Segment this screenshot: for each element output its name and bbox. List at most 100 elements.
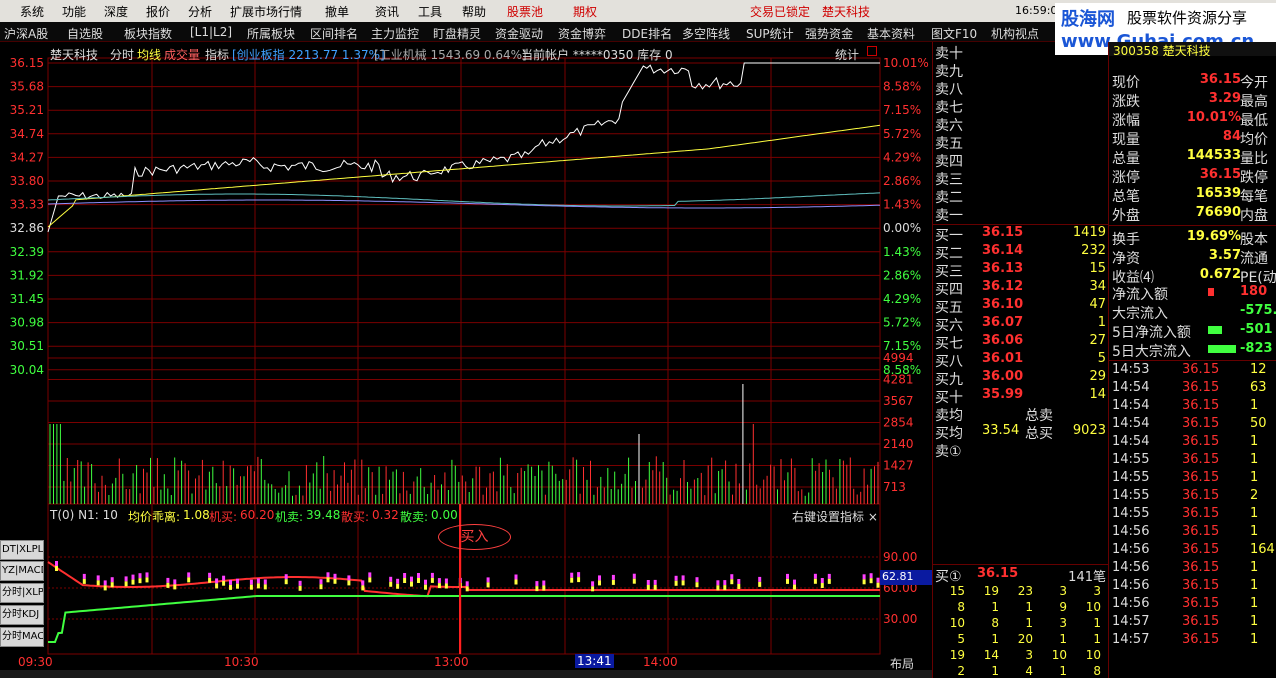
sell-level-row[interactable]: 卖九 bbox=[935, 61, 1108, 80]
clock: 16:59:0 bbox=[1015, 4, 1058, 17]
tab-watch-elf[interactable]: 盯盘精灵 bbox=[433, 25, 481, 42]
buy-level-row[interactable]: 买九 36.00 29 bbox=[935, 369, 1108, 388]
buy-level-row[interactable]: 买三 36.13 15 bbox=[935, 261, 1108, 280]
side-button-dt-xlpl[interactable]: DT|XLPL bbox=[0, 540, 44, 560]
buy-level-row[interactable]: 买二 36.14 232 bbox=[935, 243, 1108, 262]
tab-sector-index[interactable]: 板块指数 bbox=[124, 25, 172, 42]
tab-sup-stats[interactable]: SUP统计 bbox=[746, 25, 794, 42]
fund-flow-row: 5日净流入额 -501 bbox=[1112, 322, 1276, 341]
sell-level-row[interactable]: 卖五 bbox=[935, 133, 1108, 152]
tab-fund-drive[interactable]: 资金驱动 bbox=[495, 25, 543, 42]
tick-volume: 1 bbox=[1250, 452, 1259, 467]
stat-row[interactable]: 涨幅 10.01% 最低 bbox=[1112, 110, 1276, 129]
signal-block-magenta bbox=[173, 579, 177, 585]
sell-level-row[interactable]: 卖二 bbox=[935, 187, 1108, 206]
side-button-intraday-macd[interactable]: 分时MACD bbox=[0, 627, 44, 647]
menu-function[interactable]: 功能 bbox=[62, 3, 86, 20]
sell-summary-row[interactable]: 卖均 总卖 bbox=[935, 405, 1108, 424]
queue-volume: 10 bbox=[1085, 648, 1101, 662]
stat-row[interactable]: 现价 36.15 今开 bbox=[1112, 72, 1276, 91]
intraday-chart[interactable]: 36.15 10.01% 35.68 8.58% 35.21 7.15% 34.74 5.72… bbox=[0, 42, 932, 678]
menu-ext-market[interactable]: 扩展市场行情 bbox=[230, 3, 302, 20]
buy-level-row[interactable]: 买六 36.07 1 bbox=[935, 315, 1108, 334]
buy-level-volume: 27 bbox=[1089, 333, 1106, 348]
stat-row[interactable]: 涨跌 3.29 最高 bbox=[1112, 91, 1276, 110]
buy-summary-row[interactable]: 买均 33.54 总买 9023 bbox=[935, 423, 1108, 442]
menu-system[interactable]: 系统 bbox=[20, 3, 44, 20]
sell-level-row[interactable]: 卖六 bbox=[935, 115, 1108, 134]
stat-row[interactable]: 外盘 76690 内盘 bbox=[1112, 205, 1276, 224]
stat-label-right: 股本 bbox=[1240, 232, 1268, 248]
tab-main-monitor[interactable]: 主力监控 bbox=[371, 25, 419, 42]
price-tick-label: 30.98 bbox=[10, 316, 44, 330]
signal-block-yellow bbox=[514, 579, 518, 585]
volume-tick-label: 3567 bbox=[883, 394, 914, 408]
menu-tools[interactable]: 工具 bbox=[418, 3, 442, 20]
stat-value: 16539 bbox=[1195, 186, 1241, 201]
tab-bull-bear[interactable]: 多空阵线 bbox=[682, 25, 730, 42]
chart-stats-button[interactable]: 统计 bbox=[835, 46, 859, 63]
tick-price: 36.15 bbox=[1182, 542, 1220, 557]
menu-depth[interactable]: 深度 bbox=[104, 3, 128, 20]
stat-row[interactable]: 总量 144533 量比 bbox=[1112, 148, 1276, 167]
buy-level-row[interactable]: 买五 36.10 47 bbox=[935, 297, 1108, 316]
indicator-settings[interactable]: 右键设置指标 × bbox=[792, 508, 878, 525]
stat-row[interactable]: 总笔 16539 每笔 bbox=[1112, 186, 1276, 205]
side-button-intraday-xlpl[interactable]: 分时|XLPL bbox=[0, 583, 44, 603]
sell-one-queue-row[interactable]: 卖① bbox=[935, 441, 1108, 460]
chart-label-intraday[interactable]: 分时 bbox=[110, 46, 134, 63]
tab-f10[interactable]: 图文F10 bbox=[931, 25, 977, 42]
menu-help[interactable]: 帮助 bbox=[462, 3, 486, 20]
signal-block-yellow bbox=[284, 579, 288, 585]
stat-row[interactable]: 换手 19.69% 股本 bbox=[1112, 229, 1276, 248]
sell-level-row[interactable]: 卖三 bbox=[935, 169, 1108, 188]
sell-level-row[interactable]: 卖一 bbox=[935, 205, 1108, 224]
buy-level-row[interactable]: 买十 35.99 14 bbox=[935, 387, 1108, 406]
signal-block-yellow bbox=[695, 582, 699, 588]
menu-cancel-order[interactable]: 撤单 bbox=[325, 3, 349, 20]
tab-fund-game[interactable]: 资金博弈 bbox=[558, 25, 606, 42]
quote-stats-panel: 300358 楚天科技 现价 36.15 今开 涨跌 3.29 最高 涨幅 10.01% 最低 现量… bbox=[1108, 42, 1276, 678]
sell-level-row[interactable]: 卖四 bbox=[935, 151, 1108, 170]
tab-watchlist[interactable]: 自选股 bbox=[67, 25, 103, 42]
chart-label-volume[interactable]: 成交量 bbox=[164, 46, 200, 63]
buy-level-row[interactable]: 买四 36.12 34 bbox=[935, 279, 1108, 298]
menu-news[interactable]: 资讯 bbox=[375, 3, 399, 20]
chart-label-indicator[interactable]: 指标 bbox=[205, 46, 229, 63]
menu-options[interactable]: 期权 bbox=[573, 3, 597, 20]
stat-row[interactable]: 涨停 36.15 跌停 bbox=[1112, 167, 1276, 186]
signal-block-magenta bbox=[681, 575, 685, 581]
signal-block-magenta bbox=[263, 579, 267, 585]
stat-label: 外盘 bbox=[1112, 208, 1140, 224]
sell-one-queue-label: 卖① bbox=[935, 444, 962, 460]
buy-one-queue-row[interactable]: 买① 36.15 141笔 bbox=[935, 566, 1108, 585]
menu-analysis[interactable]: 分析 bbox=[188, 3, 212, 20]
stat-row[interactable]: 收益⑷0.672PE(动) bbox=[1112, 267, 1276, 286]
buy-one-queue-count: 141笔 bbox=[1068, 570, 1106, 585]
sell-level-row[interactable]: 卖七 bbox=[935, 97, 1108, 116]
menu-stock-pool[interactable]: 股票池 bbox=[507, 3, 543, 20]
side-button-intraday-kdj[interactable]: 分时KDJ bbox=[0, 605, 44, 625]
tab-range-rank[interactable]: 区间排名 bbox=[310, 25, 358, 42]
tab-basic-info[interactable]: 基本资料 bbox=[867, 25, 915, 42]
buy-level-row[interactable]: 买一 36.15 1419 bbox=[935, 225, 1108, 244]
signal-block-yellow bbox=[417, 578, 420, 583]
tab-strong-fund[interactable]: 强势资金 bbox=[805, 25, 853, 42]
side-button-yz-macd[interactable]: YZ|MACD bbox=[0, 561, 44, 581]
trade-lock-status[interactable]: 交易已锁定 bbox=[750, 3, 810, 20]
tab-sh-sz-a[interactable]: 沪深A股 bbox=[4, 25, 48, 42]
sell-level-row[interactable]: 卖十 bbox=[935, 43, 1108, 62]
chart-canvas[interactable]: 36.15 10.01% 35.68 8.58% 35.21 7.15% 34.74 5.72… bbox=[0, 42, 932, 678]
stat-row[interactable]: 现量 84 均价 bbox=[1112, 129, 1276, 148]
buy-level-row[interactable]: 买八 36.01 5 bbox=[935, 351, 1108, 370]
tab-dde-rank[interactable]: DDE排名 bbox=[622, 25, 672, 42]
stat-row[interactable]: 净资 3.57 流通 bbox=[1112, 248, 1276, 267]
chart-close-icon[interactable] bbox=[867, 46, 877, 56]
tab-institution-view[interactable]: 机构视点 bbox=[991, 25, 1039, 42]
tab-own-sector[interactable]: 所属板块 bbox=[247, 25, 295, 42]
chart-label-avg[interactable]: 均线 bbox=[137, 46, 161, 63]
buy-level-row[interactable]: 买七 36.06 27 bbox=[935, 333, 1108, 352]
sell-level-row[interactable]: 卖八 bbox=[935, 79, 1108, 98]
tab-level[interactable]: [L1|L2] bbox=[190, 25, 232, 39]
menu-quote[interactable]: 报价 bbox=[146, 3, 170, 20]
